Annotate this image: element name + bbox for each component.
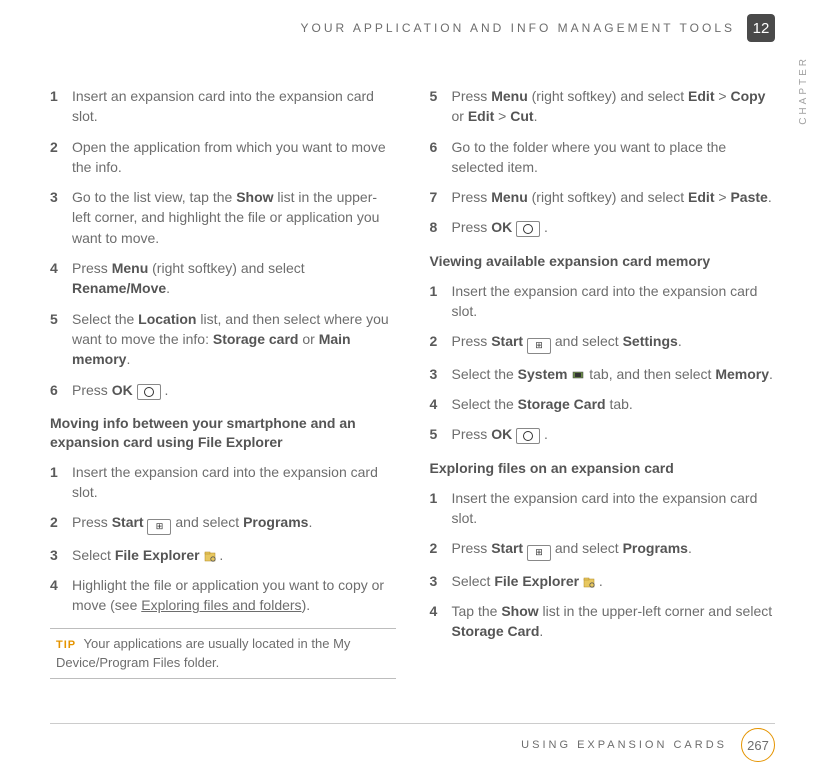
step-item: 7Press Menu (right softkey) and select E… bbox=[430, 187, 776, 207]
step-item: 5Select the Location list, and then sele… bbox=[50, 309, 396, 370]
step-text: Tap the Show list in the upper-left corn… bbox=[452, 601, 776, 642]
step-item: 6Press OK . bbox=[50, 380, 396, 400]
step-text: Insert the expansion card into the expan… bbox=[452, 281, 776, 322]
step-item: 4Highlight the file or application you w… bbox=[50, 575, 396, 616]
step-number: 5 bbox=[430, 86, 452, 127]
tip-box: TIP Your applications are usually locate… bbox=[50, 628, 396, 680]
step-number: 2 bbox=[430, 331, 452, 354]
step-text: Press Menu (right softkey) and select Ed… bbox=[452, 86, 776, 127]
header-title: YOUR APPLICATION AND INFO MANAGEMENT TOO… bbox=[300, 21, 735, 35]
step-number: 8 bbox=[430, 217, 452, 237]
step-text: Press Menu (right softkey) and select Re… bbox=[72, 258, 396, 299]
step-item: 2Press Start ⊞ and select Programs. bbox=[430, 538, 776, 561]
step-text: Select the Location list, and then selec… bbox=[72, 309, 396, 370]
step-item: 1Insert the expansion card into the expa… bbox=[430, 488, 776, 529]
step-item: 1Insert the expansion card into the expa… bbox=[430, 281, 776, 322]
step-text: Select File Explorer . bbox=[72, 545, 396, 565]
step-text: Press Start ⊞ and select Programs. bbox=[72, 512, 396, 535]
right-column: 5Press Menu (right softkey) and select E… bbox=[430, 86, 776, 679]
step-item: 2Open the application from which you wan… bbox=[50, 137, 396, 178]
memory-icon bbox=[571, 370, 585, 380]
step-item: 2Press Start ⊞ and select Settings. bbox=[430, 331, 776, 354]
ok-key-icon bbox=[516, 221, 540, 237]
step-number: 3 bbox=[430, 571, 452, 591]
step-number: 3 bbox=[50, 187, 72, 248]
step-number: 3 bbox=[50, 545, 72, 565]
chapter-label-vertical: CHAPTER bbox=[798, 56, 809, 125]
start-key-icon: ⊞ bbox=[527, 545, 551, 561]
step-text: Press OK . bbox=[452, 217, 776, 237]
step-item: 5Press OK . bbox=[430, 424, 776, 444]
step-number: 2 bbox=[430, 538, 452, 561]
step-item: 3Select File Explorer . bbox=[430, 571, 776, 591]
step-item: 2Press Start ⊞ and select Programs. bbox=[50, 512, 396, 535]
step-text: Select the System tab, and then select M… bbox=[452, 364, 776, 384]
left-column: 1Insert an expansion card into the expan… bbox=[50, 86, 396, 679]
page-header: YOUR APPLICATION AND INFO MANAGEMENT TOO… bbox=[50, 14, 775, 42]
step-text: Insert the expansion card into the expan… bbox=[72, 462, 396, 503]
step-item: 3Select the System tab, and then select … bbox=[430, 364, 776, 384]
step-number: 7 bbox=[430, 187, 452, 207]
footer-rule bbox=[50, 723, 775, 724]
step-number: 6 bbox=[430, 137, 452, 178]
step-text: Select File Explorer . bbox=[452, 571, 776, 591]
section-heading: Viewing available expansion card memory bbox=[430, 252, 776, 271]
step-item: 3Select File Explorer . bbox=[50, 545, 396, 565]
step-item: 8Press OK . bbox=[430, 217, 776, 237]
file-explorer-icon bbox=[204, 550, 216, 562]
section-heading: Exploring files on an expansion card bbox=[430, 459, 776, 478]
step-text: Highlight the file or application you wa… bbox=[72, 575, 396, 616]
footer-section-label: USING EXPANSION CARDS bbox=[521, 739, 727, 751]
start-key-icon: ⊞ bbox=[527, 338, 551, 354]
step-number: 4 bbox=[430, 394, 452, 414]
section-heading: Moving info between your smartphone and … bbox=[50, 414, 396, 452]
step-text: Press Start ⊞ and select Programs. bbox=[452, 538, 776, 561]
step-text: Open the application from which you want… bbox=[72, 137, 396, 178]
step-number: 2 bbox=[50, 137, 72, 178]
page-footer: USING EXPANSION CARDS 267 bbox=[521, 728, 775, 762]
step-item: 1Insert the expansion card into the expa… bbox=[50, 462, 396, 503]
step-number: 5 bbox=[430, 424, 452, 444]
step-number: 5 bbox=[50, 309, 72, 370]
step-text: Insert the expansion card into the expan… bbox=[452, 488, 776, 529]
step-text: Press OK . bbox=[452, 424, 776, 444]
chapter-number-badge: 12 bbox=[747, 14, 775, 42]
step-number: 1 bbox=[50, 86, 72, 127]
step-number: 1 bbox=[430, 488, 452, 529]
step-number: 6 bbox=[50, 380, 72, 400]
step-number: 4 bbox=[430, 601, 452, 642]
step-item: 6Go to the folder where you want to plac… bbox=[430, 137, 776, 178]
step-number: 2 bbox=[50, 512, 72, 535]
step-text: Go to the list view, tap the Show list i… bbox=[72, 187, 396, 248]
step-text: Go to the folder where you want to place… bbox=[452, 137, 776, 178]
step-text: Press Start ⊞ and select Settings. bbox=[452, 331, 776, 354]
step-text: Press OK . bbox=[72, 380, 396, 400]
file-explorer-icon bbox=[583, 576, 595, 588]
step-item: 5Press Menu (right softkey) and select E… bbox=[430, 86, 776, 127]
step-number: 3 bbox=[430, 364, 452, 384]
step-item: 1Insert an expansion card into the expan… bbox=[50, 86, 396, 127]
step-number: 1 bbox=[50, 462, 72, 503]
tip-label: TIP bbox=[56, 639, 76, 651]
step-number: 1 bbox=[430, 281, 452, 322]
page-number: 267 bbox=[741, 728, 775, 762]
ok-key-icon bbox=[516, 428, 540, 444]
step-item: 4Tap the Show list in the upper-left cor… bbox=[430, 601, 776, 642]
tip-text: Your applications are usually located in… bbox=[56, 636, 350, 670]
start-key-icon: ⊞ bbox=[147, 519, 171, 535]
step-item: 4Select the Storage Card tab. bbox=[430, 394, 776, 414]
step-text: Press Menu (right softkey) and select Ed… bbox=[452, 187, 776, 207]
step-item: 4Press Menu (right softkey) and select R… bbox=[50, 258, 396, 299]
ok-key-icon bbox=[137, 384, 161, 400]
step-item: 3Go to the list view, tap the Show list … bbox=[50, 187, 396, 248]
step-text: Select the Storage Card tab. bbox=[452, 394, 776, 414]
step-number: 4 bbox=[50, 258, 72, 299]
step-number: 4 bbox=[50, 575, 72, 616]
step-text: Insert an expansion card into the expans… bbox=[72, 86, 396, 127]
